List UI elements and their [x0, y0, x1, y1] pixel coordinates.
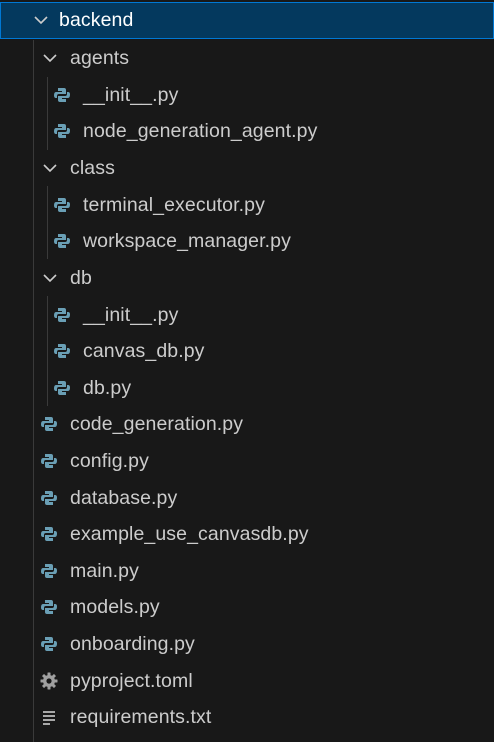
folder-agents[interactable]: agents	[0, 40, 494, 77]
file-item[interactable]: onboarding.py	[0, 626, 494, 663]
file-label: node_generation_agent.py	[83, 119, 318, 142]
folder-label: backend	[59, 8, 134, 31]
folder-label: agents	[70, 46, 130, 69]
file-item[interactable]: node_generation_agent.py	[0, 113, 494, 150]
python-file-icon	[39, 561, 59, 581]
file-label: code_generation.py	[70, 412, 244, 435]
python-file-icon	[52, 305, 72, 325]
file-item[interactable]: terminal_executor.py	[0, 187, 494, 224]
file-item[interactable]: database.py	[0, 480, 494, 517]
file-item[interactable]: config.py	[0, 443, 494, 480]
file-item[interactable]: db.py	[0, 370, 494, 407]
file-item[interactable]: __init__.py	[0, 77, 494, 114]
python-file-icon	[39, 451, 59, 471]
file-label: db.py	[83, 376, 132, 399]
python-file-icon	[39, 634, 59, 654]
file-label: database.py	[70, 486, 178, 509]
file-item[interactable]: canvas_db.py	[0, 333, 494, 370]
gear-icon	[39, 671, 59, 691]
file-label: requirements.txt	[70, 705, 212, 728]
chevron-down-icon	[40, 158, 60, 178]
folder-class[interactable]: class	[0, 150, 494, 187]
file-item[interactable]: __init__.py	[0, 297, 494, 334]
chevron-down-icon	[31, 10, 51, 30]
folder-backend[interactable]: backend	[0, 2, 494, 39]
file-label: main.py	[70, 559, 139, 582]
file-label: __init__.py	[83, 83, 179, 106]
python-file-icon	[52, 341, 72, 361]
file-label: pyproject.toml	[70, 669, 193, 692]
python-file-icon	[52, 121, 72, 141]
python-file-icon	[52, 195, 72, 215]
file-explorer-tree: backend agents __init__.py node_generati…	[0, 0, 494, 742]
python-file-icon	[52, 85, 72, 105]
file-item[interactable]: requirements.txt	[0, 699, 494, 736]
folder-db[interactable]: db	[0, 260, 494, 297]
file-label: models.py	[70, 595, 160, 618]
python-file-icon	[52, 378, 72, 398]
folder-label: class	[70, 156, 115, 179]
python-file-icon	[39, 488, 59, 508]
file-label: config.py	[70, 449, 149, 472]
file-item[interactable]: pyproject.toml	[0, 663, 494, 700]
chevron-down-icon	[40, 48, 60, 68]
file-label: terminal_executor.py	[83, 193, 265, 216]
file-label: __init__.py	[83, 303, 179, 326]
file-item[interactable]: code_generation.py	[0, 406, 494, 443]
python-file-icon	[52, 231, 72, 251]
folder-label: db	[70, 266, 92, 289]
file-label: example_use_canvasdb.py	[70, 522, 309, 545]
file-label: workspace_manager.py	[83, 229, 291, 252]
text-file-icon	[39, 707, 59, 727]
file-item[interactable]: main.py	[0, 553, 494, 590]
python-file-icon	[39, 597, 59, 617]
python-file-icon	[39, 524, 59, 544]
python-file-icon	[39, 414, 59, 434]
file-item[interactable]: example_use_canvasdb.py	[0, 516, 494, 553]
file-label: onboarding.py	[70, 632, 195, 655]
file-label: canvas_db.py	[83, 339, 205, 362]
file-item[interactable]: models.py	[0, 589, 494, 626]
file-item[interactable]: workspace_manager.py	[0, 223, 494, 260]
chevron-down-icon	[40, 268, 60, 288]
